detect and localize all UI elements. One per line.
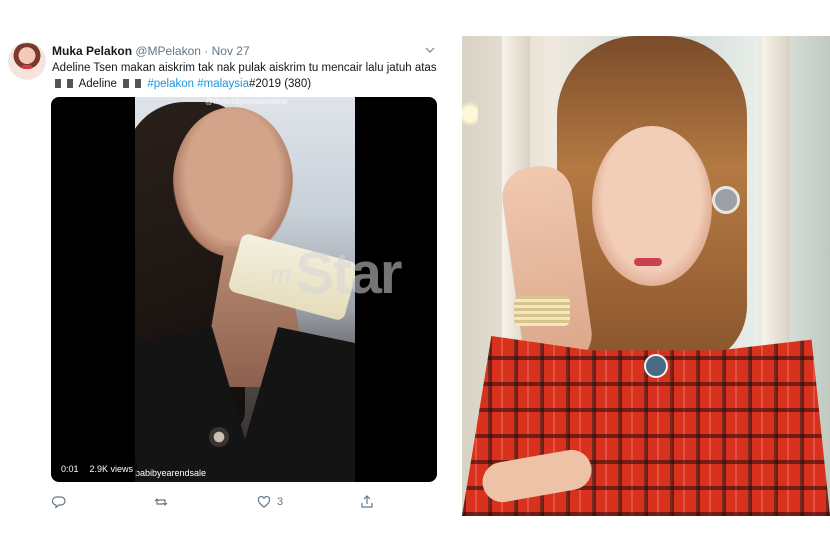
video-frame: @thebridgetreadwalker babibyearendsale	[135, 97, 355, 482]
tweet-date[interactable]: Nov 27	[212, 44, 250, 58]
reply-button[interactable]	[52, 494, 72, 510]
video-player[interactable]: @thebridgetreadwalker babibyearendsale 0…	[51, 97, 437, 482]
portrait-lips	[634, 258, 662, 266]
like-count: 3	[277, 496, 284, 508]
avatar-detail	[22, 65, 32, 69]
retweet-button[interactable]	[154, 494, 174, 510]
count-paren: (380)	[284, 78, 312, 90]
like-button[interactable]: 3	[257, 494, 283, 510]
video-views: 2.9K views	[85, 462, 138, 476]
share-button[interactable]	[360, 494, 380, 510]
emoji-icon	[123, 79, 130, 88]
avatar[interactable]	[8, 42, 46, 80]
video-overlay-handle: @thebridgetreadwalker	[205, 97, 288, 106]
tweet-text-line-2: Adeline #pelakon #malaysia#2019 (380)	[52, 76, 442, 92]
tweet-text-name: Adeline	[78, 78, 117, 90]
necklace-pendant	[644, 354, 668, 378]
like-icon	[257, 495, 271, 508]
video-figure-face	[173, 107, 293, 257]
emoji-icon	[55, 79, 61, 88]
portrait-photo	[462, 36, 830, 516]
share-icon	[361, 495, 373, 508]
tweet-text-line-1: Adeline Tsen makan aiskrim tak nak pulak…	[52, 62, 437, 74]
tweet-actions: 3	[52, 494, 432, 510]
earring	[712, 186, 740, 214]
bracelets	[514, 296, 570, 326]
retweet-icon	[154, 498, 168, 506]
chevron-down-icon[interactable]	[424, 44, 436, 56]
reply-icon	[52, 496, 66, 509]
tweet-text: Adeline Tsen makan aiskrim tak nak pulak…	[52, 60, 442, 92]
hashtag-pelakon[interactable]: #pelakon	[147, 78, 194, 90]
background-lamp	[462, 98, 478, 130]
emoji-icon	[67, 79, 73, 88]
tweet-header: Muka Pelakon @MPelakon · Nov 27	[52, 44, 250, 58]
display-name[interactable]: Muka Pelakon	[52, 44, 132, 58]
user-handle[interactable]: @MPelakon	[135, 44, 201, 58]
video-badge: 0:01 2.9K views	[57, 462, 138, 476]
separator-dot: ·	[204, 44, 209, 58]
video-promo-text: babibyearendsale	[135, 468, 207, 478]
pendant	[209, 427, 229, 447]
hashtag-malaysia[interactable]: #malaysia	[197, 78, 249, 90]
hashtag-2019[interactable]: #2019	[249, 78, 281, 90]
video-time: 0:01	[57, 462, 83, 476]
tweet-card[interactable]: Muka Pelakon @MPelakon · Nov 27 Adeline …	[0, 36, 450, 516]
emoji-icon	[135, 79, 142, 88]
